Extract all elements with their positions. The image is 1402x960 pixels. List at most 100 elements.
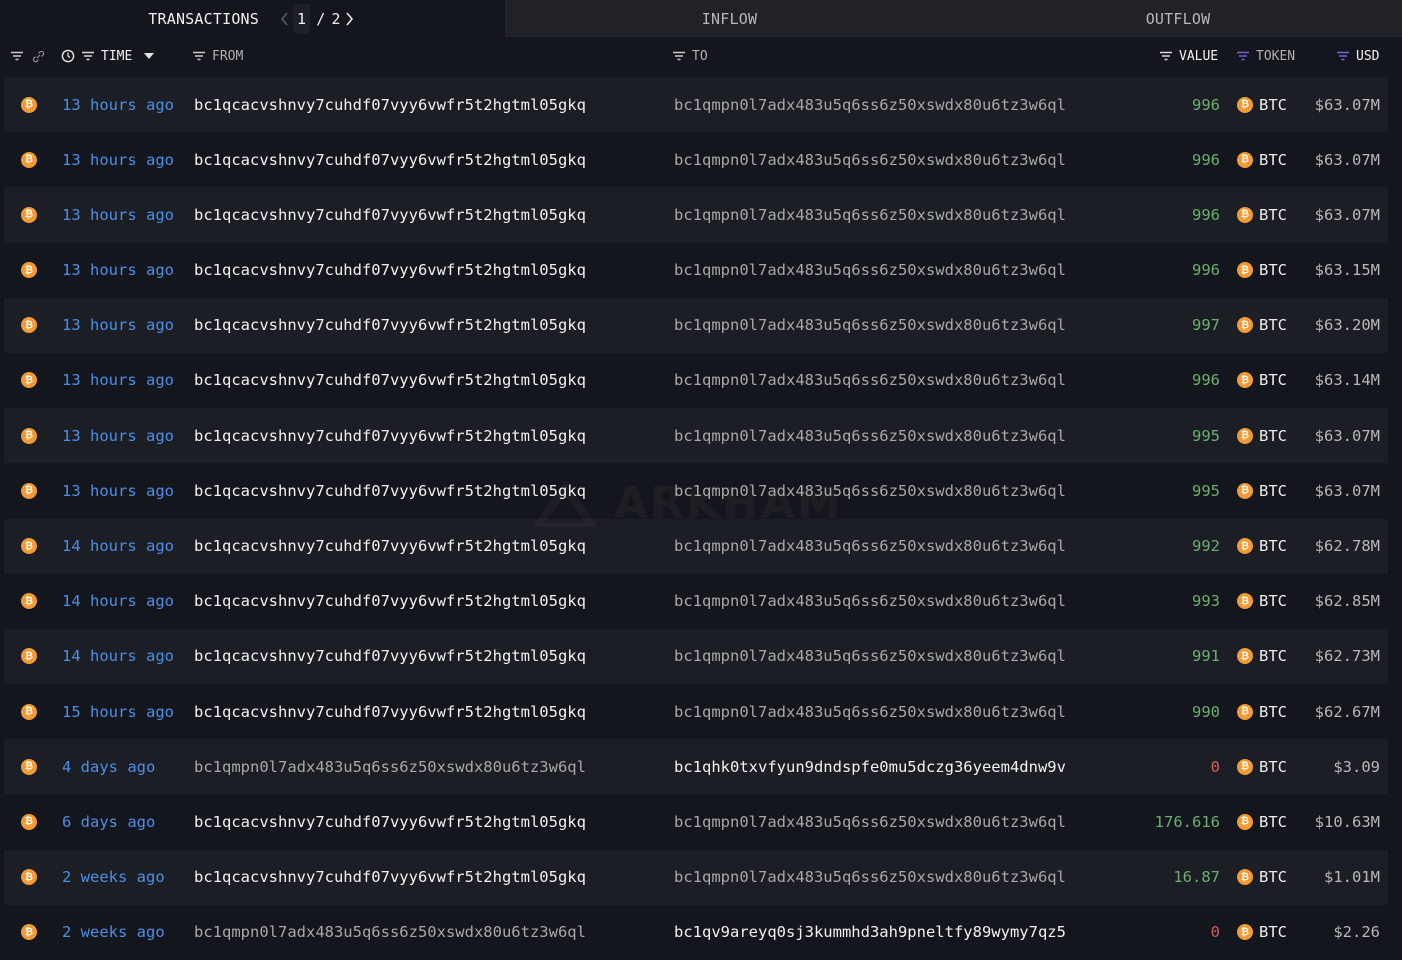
filter-icon[interactable] [192,51,206,61]
token-cell[interactable]: ₿ BTC [1237,684,1287,739]
current-page[interactable]: 1 [293,3,311,34]
time-link[interactable]: 13 hours ago [62,77,174,132]
token-cell[interactable]: ₿ BTC [1237,353,1287,408]
filter-icon[interactable] [10,51,24,61]
time-link[interactable]: 13 hours ago [62,463,174,518]
from-address[interactable]: bc1qcacvshnvy7cuhdf07vyy6vwfr5t2hgtml05g… [194,850,586,905]
time-link[interactable]: 13 hours ago [62,187,174,242]
token-cell[interactable]: ₿ BTC [1237,463,1287,518]
from-address[interactable]: bc1qcacvshnvy7cuhdf07vyy6vwfr5t2hgtml05g… [194,463,586,518]
time-link[interactable]: 2 weeks ago [62,905,165,960]
time-column-header[interactable]: TIME [61,37,155,75]
to-address[interactable]: bc1qmpn0l7adx483u5q6ss6z50xswdx80u6tz3w6… [674,850,1066,905]
time-link[interactable]: 13 hours ago [62,243,174,298]
to-address[interactable]: bc1qmpn0l7adx483u5q6ss6z50xswdx80u6tz3w6… [674,353,1066,408]
time-link[interactable]: 14 hours ago [62,519,174,574]
to-address[interactable]: bc1qhk0txvfyun9dndspfe0mu5dczg36yeem4dnw… [674,739,1066,794]
to-address[interactable]: bc1qv9areyq0sj3kummhd3ah9pneltfy89wymy7q… [674,905,1066,960]
table-row[interactable]: ₿ 2 weeks ago bc1qcacvshnvy7cuhdf07vyy6vwf… [4,849,1388,905]
from-address[interactable]: bc1qmpn0l7adx483u5q6ss6z50xswdx80u6tz3w6… [194,739,586,794]
tab-transactions[interactable]: TRANSACTIONS 1 / 2 [0,0,505,37]
to-address[interactable]: bc1qmpn0l7adx483u5q6ss6z50xswdx80u6tz3w6… [674,187,1066,242]
token-cell[interactable]: ₿ BTC [1237,243,1287,298]
token-cell[interactable]: ₿ BTC [1237,187,1287,242]
from-address[interactable]: bc1qcacvshnvy7cuhdf07vyy6vwfr5t2hgtml05g… [194,684,586,739]
table-row[interactable]: ₿ 15 hours ago bc1qcacvshnvy7cuhdf07vyy6vw… [4,684,1388,739]
time-link[interactable]: 13 hours ago [62,408,174,463]
filter-icon[interactable] [1159,51,1173,61]
token-cell[interactable]: ₿ BTC [1237,132,1287,187]
from-address[interactable]: bc1qmpn0l7adx483u5q6ss6z50xswdx80u6tz3w6… [194,905,586,960]
from-column-header[interactable]: FROM [192,37,243,75]
to-address[interactable]: bc1qmpn0l7adx483u5q6ss6z50xswdx80u6tz3w6… [674,243,1066,298]
time-link[interactable]: 6 days ago [62,794,155,849]
time-link[interactable]: 15 hours ago [62,684,174,739]
table-row[interactable]: ₿ 13 hours ago bc1qcacvshnvy7cuhdf07vyy6vw… [4,243,1388,298]
to-address[interactable]: bc1qmpn0l7adx483u5q6ss6z50xswdx80u6tz3w6… [674,574,1066,629]
filter-icon[interactable] [81,51,95,61]
from-address[interactable]: bc1qcacvshnvy7cuhdf07vyy6vwfr5t2hgtml05g… [194,629,586,684]
token-cell[interactable]: ₿ BTC [1237,298,1287,353]
to-address[interactable]: bc1qmpn0l7adx483u5q6ss6z50xswdx80u6tz3w6… [674,684,1066,739]
token-cell[interactable]: ₿ BTC [1237,905,1287,960]
table-row[interactable]: ₿ 13 hours ago bc1qcacvshnvy7cuhdf07vyy6vw… [4,408,1388,464]
token-cell[interactable]: ₿ BTC [1237,850,1287,905]
time-link[interactable]: 2 weeks ago [62,850,165,905]
sort-descending-icon[interactable] [144,53,155,59]
to-address[interactable]: bc1qmpn0l7adx483u5q6ss6z50xswdx80u6tz3w6… [674,463,1066,518]
token-cell[interactable]: ₿ BTC [1237,629,1287,684]
from-address[interactable]: bc1qcacvshnvy7cuhdf07vyy6vwfr5t2hgtml05g… [194,408,586,463]
time-link[interactable]: 13 hours ago [62,132,174,187]
filter-icon-active[interactable] [1336,51,1350,61]
time-link[interactable]: 14 hours ago [62,574,174,629]
table-row[interactable]: ₿ 6 days ago bc1qcacvshnvy7cuhdf07vyy6vwfr… [4,794,1388,849]
table-row[interactable]: ₿ 13 hours ago bc1qcacvshnvy7cuhdf07vyy6vw… [4,132,1388,187]
prev-page-button[interactable] [277,9,291,29]
from-address[interactable]: bc1qcacvshnvy7cuhdf07vyy6vwfr5t2hgtml05g… [194,519,586,574]
from-address[interactable]: bc1qcacvshnvy7cuhdf07vyy6vwfr5t2hgtml05g… [194,574,586,629]
time-link[interactable]: 4 days ago [62,739,155,794]
table-row[interactable]: ₿ 13 hours ago bc1qcacvshnvy7cuhdf07vyy6vw… [4,77,1388,133]
link-icon[interactable] [32,50,45,63]
token-cell[interactable]: ₿ BTC [1237,794,1287,849]
from-address[interactable]: bc1qcacvshnvy7cuhdf07vyy6vwfr5t2hgtml05g… [194,298,586,353]
to-column-header[interactable]: TO [672,37,708,75]
token-cell[interactable]: ₿ BTC [1237,574,1287,629]
table-row[interactable]: ₿ 14 hours ago bc1qcacvshnvy7cuhdf07vyy6vw… [4,518,1388,574]
table-row[interactable]: ₿ 13 hours ago bc1qcacvshnvy7cuhdf07vyy6vw… [4,187,1388,243]
from-address[interactable]: bc1qcacvshnvy7cuhdf07vyy6vwfr5t2hgtml05g… [194,132,586,187]
table-row[interactable]: ₿ 2 weeks ago bc1qmpn0l7adx483u5q6ss6z50xs… [4,905,1388,960]
from-address[interactable]: bc1qcacvshnvy7cuhdf07vyy6vwfr5t2hgtml05g… [194,794,586,849]
to-address[interactable]: bc1qmpn0l7adx483u5q6ss6z50xswdx80u6tz3w6… [674,132,1066,187]
token-cell[interactable]: ₿ BTC [1237,77,1287,132]
to-address[interactable]: bc1qmpn0l7adx483u5q6ss6z50xswdx80u6tz3w6… [674,77,1066,132]
token-column-header[interactable]: TOKEN [1236,37,1295,75]
token-cell[interactable]: ₿ BTC [1237,408,1287,463]
filter-icon-active[interactable] [1236,51,1250,61]
to-address[interactable]: bc1qmpn0l7adx483u5q6ss6z50xswdx80u6tz3w6… [674,629,1066,684]
filter-icon[interactable] [672,51,686,61]
next-page-button[interactable] [343,9,357,29]
table-row[interactable]: ₿ 14 hours ago bc1qcacvshnvy7cuhdf07vyy6vw… [4,574,1388,629]
to-address[interactable]: bc1qmpn0l7adx483u5q6ss6z50xswdx80u6tz3w6… [674,794,1066,849]
to-address[interactable]: bc1qmpn0l7adx483u5q6ss6z50xswdx80u6tz3w6… [674,298,1066,353]
tab-outflow[interactable]: OUTFLOW [954,0,1402,37]
to-address[interactable]: bc1qmpn0l7adx483u5q6ss6z50xswdx80u6tz3w6… [674,408,1066,463]
to-address[interactable]: bc1qmpn0l7adx483u5q6ss6z50xswdx80u6tz3w6… [674,519,1066,574]
table-row[interactable]: ₿ 4 days ago bc1qmpn0l7adx483u5q6ss6z50xsw… [4,739,1388,795]
token-cell[interactable]: ₿ BTC [1237,739,1287,794]
from-address[interactable]: bc1qcacvshnvy7cuhdf07vyy6vwfr5t2hgtml05g… [194,77,586,132]
value-column-header[interactable]: VALUE [1159,37,1218,75]
from-address[interactable]: bc1qcacvshnvy7cuhdf07vyy6vwfr5t2hgtml05g… [194,243,586,298]
time-link[interactable]: 13 hours ago [62,298,174,353]
table-row[interactable]: ₿ 13 hours ago bc1qcacvshnvy7cuhdf07vyy6vw… [4,353,1388,408]
from-address[interactable]: bc1qcacvshnvy7cuhdf07vyy6vwfr5t2hgtml05g… [194,353,586,408]
table-row[interactable]: ₿ 13 hours ago bc1qcacvshnvy7cuhdf07vyy6vw… [4,297,1388,353]
token-cell[interactable]: ₿ BTC [1237,519,1287,574]
time-link[interactable]: 13 hours ago [62,353,174,408]
table-row[interactable]: ₿ 14 hours ago bc1qcacvshnvy7cuhdf07vyy6vw… [4,628,1388,685]
from-address[interactable]: bc1qcacvshnvy7cuhdf07vyy6vwfr5t2hgtml05g… [194,187,586,242]
time-link[interactable]: 14 hours ago [62,629,174,684]
usd-column-header[interactable]: USD [1336,37,1379,75]
table-row[interactable]: ₿ 13 hours ago bc1qcacvshnvy7cuhdf07vyy6vw… [4,463,1388,518]
